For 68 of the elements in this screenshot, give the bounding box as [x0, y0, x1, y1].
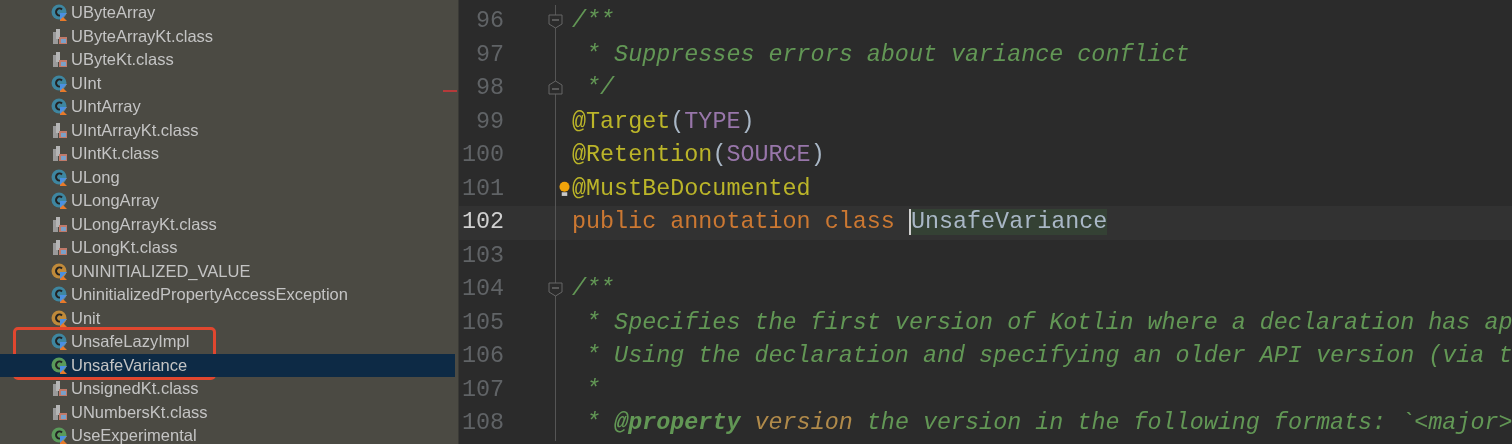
class-file-icon: [51, 403, 68, 421]
tree-item[interactable]: ULongArray: [0, 189, 458, 213]
line-number: 107: [460, 375, 504, 405]
class-icon: [51, 98, 68, 116]
code-line: /**: [572, 275, 615, 305]
tree-item[interactable]: ULongArrayKt.class: [0, 212, 458, 236]
line-number: 98: [474, 74, 504, 104]
tree-item[interactable]: UByteKt.class: [0, 48, 458, 72]
code-line: */: [585, 74, 615, 104]
error-stripe: [443, 90, 457, 92]
fold-icon[interactable]: [548, 14, 563, 29]
code-line: * Specifies the first version of Kotlin where a declaration has ap: [585, 308, 1512, 338]
tree-item[interactable]: UByteArray: [0, 1, 458, 25]
tree-item[interactable]: Unit: [0, 306, 458, 330]
class-icon: [51, 333, 68, 351]
lightbulb-icon[interactable]: [558, 180, 570, 198]
code-line: *: [585, 375, 601, 405]
tree-item[interactable]: UIntKt.class: [0, 142, 458, 166]
line-number: 108: [460, 409, 504, 439]
class-icon: [51, 4, 68, 22]
fold-icon[interactable]: [548, 282, 563, 297]
code-line: * @property version the version in the following formats: `<major>: [585, 409, 1512, 439]
code-line: * Using the declaration and specifying an older API version (via t: [585, 342, 1512, 372]
line-number: 103: [460, 241, 504, 271]
line-number: 100: [460, 141, 504, 171]
class-file-icon: [51, 380, 68, 398]
code-line: @Retention(SOURCE): [572, 141, 825, 171]
line-number: 99: [474, 107, 504, 137]
tree-item[interactable]: ULong: [0, 165, 458, 189]
line-number: 101: [460, 174, 504, 204]
code-line: /**: [572, 7, 615, 37]
object-icon: [51, 262, 68, 280]
tree-item[interactable]: UIntArray: [0, 95, 458, 119]
code-line: @MustBeDocumented: [572, 174, 811, 204]
tree-item[interactable]: UnsafeVariance: [0, 353, 455, 377]
class-icon: [51, 192, 68, 210]
tree-item[interactable]: UIntArrayKt.class: [0, 118, 458, 142]
annotation-icon: [51, 356, 68, 374]
line-number: 97: [474, 40, 504, 70]
tree-item[interactable]: UnsafeLazyImpl: [0, 330, 455, 354]
tree-item[interactable]: UseExperimental: [0, 424, 458, 444]
tree-item[interactable]: UInt: [0, 71, 458, 95]
tree-item[interactable]: UninitializedPropertyAccessException: [0, 283, 458, 307]
code-line: @Target(TYPE): [572, 107, 755, 137]
class-file-icon: [51, 239, 68, 257]
tree-item[interactable]: UNumbersKt.class: [0, 400, 458, 424]
class-icon: [51, 74, 68, 92]
fold-icon[interactable]: [548, 80, 563, 95]
code-line: * Suppresses errors about variance conflict: [585, 40, 1190, 70]
line-number: 104: [460, 275, 504, 305]
tree-item[interactable]: UByteArrayKt.class: [0, 24, 458, 48]
code-line: public annotation class UnsafeVariance: [572, 208, 1108, 238]
tree-item[interactable]: UNINITIALIZED_VALUE: [0, 259, 458, 283]
class-file-icon: [51, 121, 68, 139]
line-number: 106: [460, 342, 504, 372]
annotation-icon: [51, 427, 68, 444]
object-icon: [51, 309, 68, 327]
line-number: 102: [460, 208, 504, 238]
line-number: 96: [474, 7, 504, 37]
tree-item[interactable]: ULongKt.class: [0, 236, 458, 260]
class-file-icon: [51, 51, 68, 69]
class-icon: [51, 168, 68, 186]
line-number: 105: [460, 308, 504, 338]
class-icon: [51, 286, 68, 304]
class-file-icon: [51, 215, 68, 233]
class-file-icon: [51, 27, 68, 45]
tree-item[interactable]: UnsignedKt.class: [0, 377, 458, 401]
class-file-icon: [51, 145, 68, 163]
